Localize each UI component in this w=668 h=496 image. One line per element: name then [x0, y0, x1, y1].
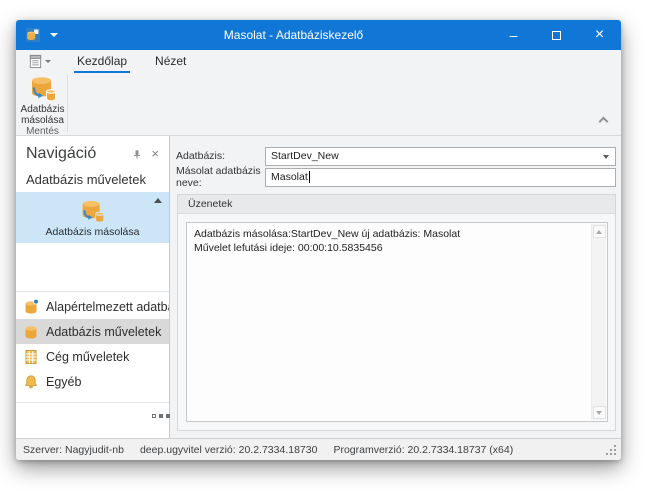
app-menu-arrow-icon [45, 60, 51, 63]
database-copy-icon [79, 198, 106, 225]
minimize-button[interactable]: – [492, 20, 535, 50]
maximize-icon [552, 31, 561, 40]
messages-groupbox-body: Adatbázis másolása:StartDev_New új adatb… [178, 214, 615, 430]
window-controls: – × [492, 20, 621, 50]
app-menu-icon [28, 54, 43, 69]
page: Masolat - Adatbáziskezelő – × Kezdőlap [0, 0, 668, 496]
copy-name-label: Másolat adatbázis neve: [176, 165, 265, 189]
database-copy-icon [28, 74, 58, 104]
navigation-close-button[interactable]: × [151, 148, 159, 160]
tile-copy-database[interactable]: Adatbázis másolása [16, 192, 169, 243]
status-server: Szerver: Nagyjudit-nb [23, 444, 124, 456]
ribbon-collapse-button[interactable] [600, 118, 608, 126]
pin-button[interactable] [132, 149, 142, 160]
database-combobox[interactable]: StartDev_New [265, 147, 616, 166]
copy-name-input[interactable]: Masolat [265, 168, 616, 187]
titlebar[interactable]: Masolat - Adatbáziskezelő – × [16, 20, 621, 50]
copy-name-input-value: Masolat [271, 171, 308, 183]
nav-item-egyeb[interactable]: Egyéb [16, 369, 169, 394]
nav-item-ceg-muveletek[interactable]: Cég műveletek [16, 344, 169, 369]
ribbon-group-mentes: Adatbázis másolása Mentés [19, 73, 66, 135]
status-program-version: Programverzió: 20.2.7334.18737 (x64) [333, 444, 513, 456]
copy-database-button[interactable]: Adatbázis másolása [19, 73, 66, 126]
ribbon-group-divider [67, 75, 68, 132]
pin-icon [132, 149, 142, 160]
navigation-footer [16, 402, 169, 438]
tab-kezdolap[interactable]: Kezdőlap [74, 52, 130, 73]
database-combobox-value: StartDev_New [271, 150, 339, 162]
messages-groupbox: Üzenetek Adatbázis másolása:StartDev_New… [177, 194, 616, 431]
quick-access-dropdown-icon[interactable] [50, 33, 58, 37]
app-window: Masolat - Adatbáziskezelő – × Kezdőlap [16, 20, 621, 460]
copy-database-button-label: Adatbázis másolása [21, 104, 65, 126]
window-body: Navigáció × Adatbázis műveletek [16, 136, 621, 438]
text-caret [309, 171, 310, 183]
ribbon: Adatbázis másolása Mentés [16, 73, 621, 136]
app-icon [25, 27, 41, 43]
message-line: Adatbázis másolása:StartDev_New új adatb… [194, 227, 585, 241]
statusbar: Szerver: Nagyjudit-nb deep.ugyvitel verz… [16, 438, 621, 460]
scroll-up-button[interactable] [593, 225, 606, 238]
database-icon [23, 324, 39, 340]
main-content: Adatbázis: StartDev_New Másolat adatbázi… [170, 136, 621, 438]
database-default-icon [23, 299, 39, 315]
tile-scroll-up-icon[interactable] [154, 198, 162, 203]
tab-nezet[interactable]: Nézet [152, 52, 189, 73]
resize-grip[interactable] [606, 445, 617, 456]
status-deep-version: deep.ugyvitel verzió: 20.2.7334.18730 [140, 444, 317, 456]
chevron-up-icon [599, 117, 609, 127]
navigation-header: Navigáció × [16, 136, 169, 163]
messages-textarea[interactable]: Adatbázis másolása:StartDev_New új adatb… [186, 222, 608, 422]
database-row: Adatbázis: StartDev_New [176, 146, 616, 166]
navigation-title: Navigáció [26, 145, 123, 163]
triangle-up-icon [596, 230, 602, 234]
messages-groupbox-header: Üzenetek [178, 195, 615, 214]
ribbon-tab-row: Kezdőlap Nézet [16, 50, 621, 73]
navigation-section-header: Adatbázis műveletek [16, 163, 169, 192]
messages-lines: Adatbázis másolása:StartDev_New új adatb… [187, 223, 607, 255]
maximize-button[interactable] [535, 20, 578, 50]
nav-item-alapertelmezett-adatbazis[interactable]: Alapértelmezett adatbá [16, 294, 169, 319]
triangle-down-icon [596, 411, 602, 415]
ribbon-group-label: Mentés [19, 126, 66, 140]
tile-label: Adatbázis másolása [46, 226, 140, 238]
chevron-down-icon[interactable] [603, 155, 609, 159]
nav-item-adatbazis-muveletek[interactable]: Adatbázis műveletek [16, 319, 169, 344]
building-icon [23, 349, 39, 365]
window-title: Masolat - Adatbáziskezelő [116, 28, 471, 42]
scroll-down-button[interactable] [593, 406, 606, 419]
copy-name-row: Másolat adatbázis neve: Masolat [176, 167, 616, 187]
database-label: Adatbázis: [176, 150, 265, 162]
navigation-panel: Navigáció × Adatbázis műveletek [16, 136, 170, 438]
bell-icon [23, 374, 39, 390]
message-line: Művelet lefutási ideje: 00:00:10.5835456 [194, 241, 585, 255]
app-menu-button[interactable] [28, 51, 52, 71]
close-button[interactable]: × [578, 20, 621, 50]
vertical-scrollbar[interactable] [591, 224, 606, 420]
ellipsis-overflow-button[interactable] [153, 415, 155, 417]
navigation-list: Alapértelmezett adatbá Adatbázis művelet… [16, 294, 169, 394]
navigation-tile-area: Adatbázis másolása [16, 192, 169, 292]
